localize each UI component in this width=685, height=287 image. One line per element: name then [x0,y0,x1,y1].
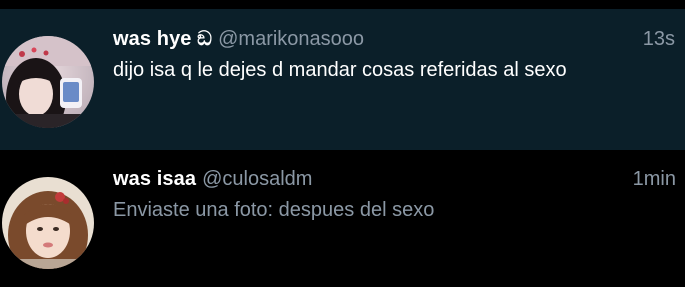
user-avatar-photo-icon [2,36,94,128]
user-avatar-photo-icon [2,177,94,269]
avatar[interactable] [2,177,94,269]
top-divider [0,0,685,9]
avatar[interactable] [2,36,94,128]
conversation-row[interactable]: was hye ඞ @marikonasooo 13s dijo isa q le… [0,9,685,150]
conversation-header: was isaa @culosaldm [113,168,675,194]
message-preview: dijo isa q le dejes d mandar cosas refer… [113,59,567,81]
display-name: was hye ඞ [113,28,213,50]
message-preview: Enviaste una foto: despues del sexo [113,199,435,221]
conversation-row[interactable]: was isaa @culosaldm 1min Enviaste una fot… [0,150,685,287]
display-name: was isaa [113,168,197,190]
conversation-header: was hye ඞ @marikonasooo [113,28,675,54]
username-handle: @marikonasooo [218,28,365,50]
timestamp: 13s [642,28,675,50]
username-handle: @culosaldm [202,168,313,190]
timestamp: 1min [632,168,676,190]
